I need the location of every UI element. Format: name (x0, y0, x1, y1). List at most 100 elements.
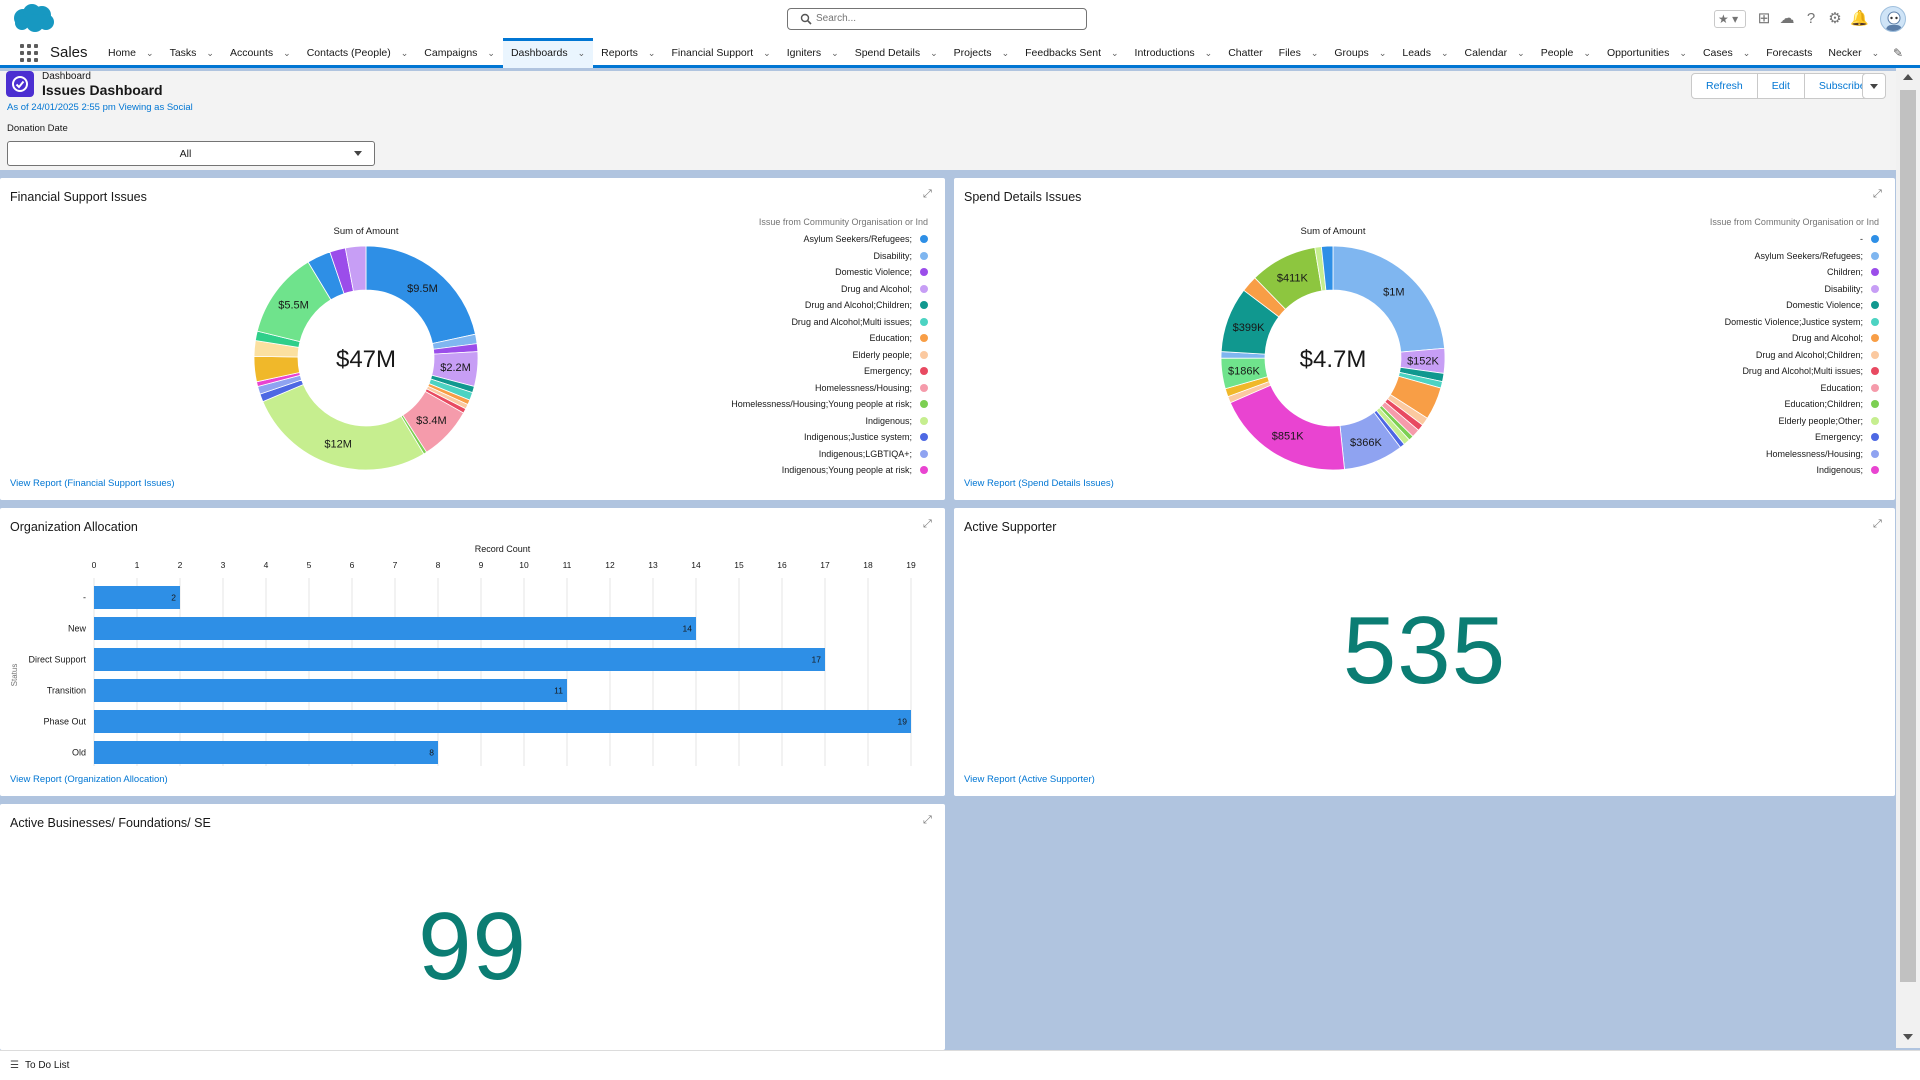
view-report-link[interactable]: View Report (Active Supporter) (964, 774, 1095, 785)
legend-item[interactable]: Education;Children; (1554, 396, 1879, 413)
nav-item-igniters[interactable]: Igniters ⌄ (779, 38, 847, 68)
bar[interactable] (94, 617, 696, 640)
chevron-down-icon[interactable]: ⌄ (1583, 48, 1591, 59)
chevron-down-icon[interactable]: ⌄ (831, 48, 839, 59)
expand-icon[interactable]: ⤢ (1873, 188, 1882, 201)
refresh-button[interactable]: Refresh (1692, 74, 1758, 98)
donut-slice[interactable] (262, 383, 425, 471)
legend-item[interactable]: Drug and Alcohol; (620, 281, 928, 298)
legend-item[interactable]: Domestic Violence; (620, 264, 928, 281)
chevron-down-icon[interactable]: ⌄ (1205, 48, 1213, 59)
nav-item-accounts[interactable]: Accounts ⌄ (222, 38, 299, 68)
chevron-down-icon[interactable]: ⌄ (1517, 48, 1525, 59)
legend-item[interactable]: Homelessness/Housing; (1554, 446, 1879, 463)
scroll-down-icon[interactable] (1903, 1034, 1913, 1040)
legend-item[interactable]: Drug and Alcohol;Children; (1554, 347, 1879, 364)
chevron-down-icon[interactable]: ⌄ (1379, 48, 1387, 59)
nav-item-feedbacks-sent[interactable]: Feedbacks Sent ⌄ (1017, 38, 1126, 68)
expand-icon[interactable]: ⤢ (923, 518, 932, 531)
nav-item-introductions[interactable]: Introductions ⌄ (1127, 38, 1221, 68)
bar[interactable] (94, 679, 567, 702)
as-of-timestamp[interactable]: As of 24/01/2025 2:55 pm Viewing as Soci… (7, 102, 193, 113)
chevron-down-icon[interactable]: ⌄ (206, 48, 214, 59)
more-actions-button[interactable] (1862, 73, 1886, 99)
nav-item-reports[interactable]: Reports ⌄ (593, 38, 663, 68)
legend-item[interactable]: Indigenous;LGBTIQA+; (620, 446, 928, 463)
nav-item-spend-details[interactable]: Spend Details ⌄ (847, 38, 946, 68)
global-search-input[interactable]: Search... (787, 8, 1087, 30)
nav-item-people[interactable]: People ⌄ (1533, 38, 1599, 68)
chevron-down-icon[interactable]: ⌄ (1441, 48, 1449, 59)
scroll-up-icon[interactable] (1903, 74, 1913, 80)
legend-item[interactable]: Drug and Alcohol;Multi issues; (1554, 363, 1879, 380)
legend-item[interactable]: Education; (1554, 380, 1879, 397)
favorites-star-icon[interactable]: ★ ▾ (1714, 10, 1746, 28)
expand-icon[interactable]: ⤢ (923, 814, 932, 827)
legend-item[interactable]: Homelessness/Housing;Young people at ris… (620, 396, 928, 413)
legend-item[interactable]: Indigenous;Young people at risk; (620, 462, 928, 477)
to-do-list-button[interactable]: To Do List (25, 1060, 69, 1071)
chevron-down-icon[interactable]: ⌄ (648, 48, 656, 59)
chevron-down-icon[interactable]: ⌄ (1679, 48, 1687, 59)
chevron-down-icon[interactable]: ⌄ (1743, 48, 1751, 59)
bar[interactable] (94, 710, 911, 733)
chevron-down-icon[interactable]: ⌄ (1111, 48, 1119, 59)
chevron-down-icon[interactable]: ⌄ (578, 48, 586, 59)
salesforce-logo[interactable] (10, 3, 56, 35)
legend-item[interactable]: Domestic Violence; (1554, 297, 1879, 314)
help-icon[interactable]: ? (1802, 10, 1820, 28)
legend-item[interactable]: Homelessness/Housing; (620, 380, 928, 397)
scrollbar-thumb[interactable] (1900, 90, 1916, 982)
legend-item[interactable]: Drug and Alcohol;Children; (620, 297, 928, 314)
legend-item[interactable]: Indigenous; (620, 413, 928, 430)
legend-item[interactable]: - (1554, 231, 1879, 248)
pencil-icon[interactable]: ✎ (1893, 46, 1903, 60)
legend-item[interactable]: Emergency; (1554, 429, 1879, 446)
donut-slice[interactable] (1332, 245, 1446, 353)
chevron-down-icon[interactable]: ⌄ (930, 48, 938, 59)
avatar[interactable] (1880, 6, 1906, 32)
nav-item-calendar[interactable]: Calendar ⌄ (1457, 38, 1533, 68)
legend-item[interactable]: Education; (620, 330, 928, 347)
legend-item[interactable]: Indigenous; (1554, 462, 1879, 477)
legend-item[interactable]: Domestic Violence;Justice system; (1554, 314, 1879, 331)
nav-item-tasks[interactable]: Tasks ⌄ (162, 38, 222, 68)
nav-item-cases[interactable]: Cases ⌄ (1695, 38, 1758, 68)
gear-icon[interactable]: ⚙ (1826, 10, 1844, 28)
chevron-down-icon[interactable]: ⌄ (763, 48, 771, 59)
chevron-down-icon[interactable]: ⌄ (283, 48, 291, 59)
legend-item[interactable]: Emergency; (620, 363, 928, 380)
legend-item[interactable]: Elderly people;Other; (1554, 413, 1879, 430)
nav-item-files[interactable]: Files ⌄ (1271, 38, 1327, 68)
chevron-down-icon[interactable]: ⌄ (1002, 48, 1010, 59)
nav-item-chatter[interactable]: Chatter (1220, 38, 1270, 68)
chevron-down-icon[interactable]: ⌄ (1311, 48, 1319, 59)
legend-item[interactable]: Disability; (620, 248, 928, 265)
view-report-link[interactable]: View Report (Organization Allocation) (10, 774, 168, 785)
nav-item-financial-support[interactable]: Financial Support ⌄ (663, 38, 778, 68)
trailhead-icon[interactable]: ☁ (1778, 10, 1796, 28)
legend-item[interactable]: Asylum Seekers/Refugees; (1554, 248, 1879, 265)
legend-item[interactable]: Elderly people; (620, 347, 928, 364)
add-icon[interactable]: ⊞ (1755, 10, 1773, 28)
nav-item-necker[interactable]: Necker ⌄ (1820, 38, 1887, 68)
legend-item[interactable]: Children; (1554, 264, 1879, 281)
bar[interactable] (94, 741, 438, 764)
nav-item-leads[interactable]: Leads ⌄ (1394, 38, 1456, 68)
bar[interactable] (94, 648, 825, 671)
donut-slice[interactable] (1229, 384, 1345, 471)
view-report-link[interactable]: View Report (Spend Details Issues) (964, 478, 1114, 489)
chevron-down-icon[interactable]: ⌄ (146, 48, 154, 59)
nav-item-opportunities[interactable]: Opportunities ⌄ (1599, 38, 1695, 68)
nav-item-projects[interactable]: Projects ⌄ (946, 38, 1017, 68)
legend-item[interactable]: Drug and Alcohol; (1554, 330, 1879, 347)
bar[interactable] (94, 586, 180, 609)
nav-item-forecasts[interactable]: Forecasts (1758, 38, 1820, 68)
nav-item-groups[interactable]: Groups ⌄ (1326, 38, 1394, 68)
expand-icon[interactable]: ⤢ (923, 188, 932, 201)
legend-item[interactable]: Drug and Alcohol;Multi issues; (620, 314, 928, 331)
nav-item-dashboards[interactable]: Dashboards ⌄ (502, 38, 594, 68)
legend-item[interactable]: Disability; (1554, 281, 1879, 298)
bell-icon[interactable]: 🔔 (1850, 10, 1869, 28)
app-launcher-icon[interactable] (20, 44, 38, 62)
